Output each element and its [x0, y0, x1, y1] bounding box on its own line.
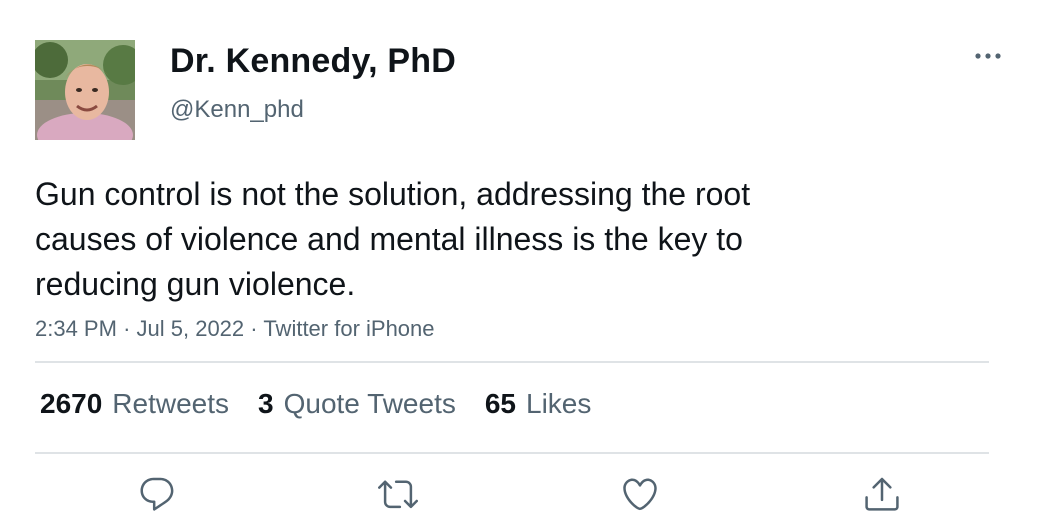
reply-icon[interactable]	[137, 474, 177, 514]
tweet-stats: 2670 Retweets 3 Quote Tweets 65 Likes	[40, 388, 591, 420]
share-icon[interactable]	[862, 474, 902, 514]
user-handle[interactable]: @Kenn_phd	[170, 96, 304, 124]
likes-label: Likes	[526, 388, 592, 419]
tweet-text-line: causes of violence and mental illness is…	[35, 221, 743, 257]
tweet-source[interactable]: Twitter for iPhone	[263, 316, 434, 341]
likes-count: 65	[484, 388, 517, 419]
tweet-date[interactable]: Jul 5, 2022	[137, 316, 245, 341]
likes-stat[interactable]: 65 Likes	[485, 388, 592, 420]
avatar[interactable]	[35, 40, 135, 140]
more-icon[interactable]	[970, 44, 1006, 68]
retweets-label: Retweets	[112, 388, 230, 419]
quote-tweets-stat[interactable]: 3 Quote Tweets	[258, 388, 456, 420]
like-icon[interactable]	[620, 474, 660, 514]
meta-separator: ·	[250, 316, 258, 341]
tweet-text-line: reducing gun violence.	[35, 266, 356, 302]
tweet-time[interactable]: 2:34 PM	[35, 316, 117, 341]
tweet-meta: 2:34 PM · Jul 5, 2022 · Twitter for iPho…	[35, 316, 435, 342]
tweet-text-line: Gun control is not the solution, address…	[35, 176, 751, 212]
quote-tweets-count: 3	[258, 388, 274, 419]
divider	[35, 361, 989, 363]
display-name[interactable]: Dr. Kennedy, PhD	[170, 42, 456, 81]
action-bar	[0, 474, 1050, 518]
divider	[35, 452, 989, 454]
retweets-count: 2670	[40, 388, 103, 419]
retweet-icon[interactable]	[378, 474, 418, 514]
tweet-text: Gun control is not the solution, address…	[35, 172, 915, 307]
quote-tweets-label: Quote Tweets	[283, 388, 456, 419]
retweets-stat[interactable]: 2670 Retweets	[40, 388, 229, 420]
meta-separator: ·	[123, 316, 131, 341]
tweet-card: Dr. Kennedy, PhD @Kenn_phd Gun control i…	[0, 0, 1050, 525]
